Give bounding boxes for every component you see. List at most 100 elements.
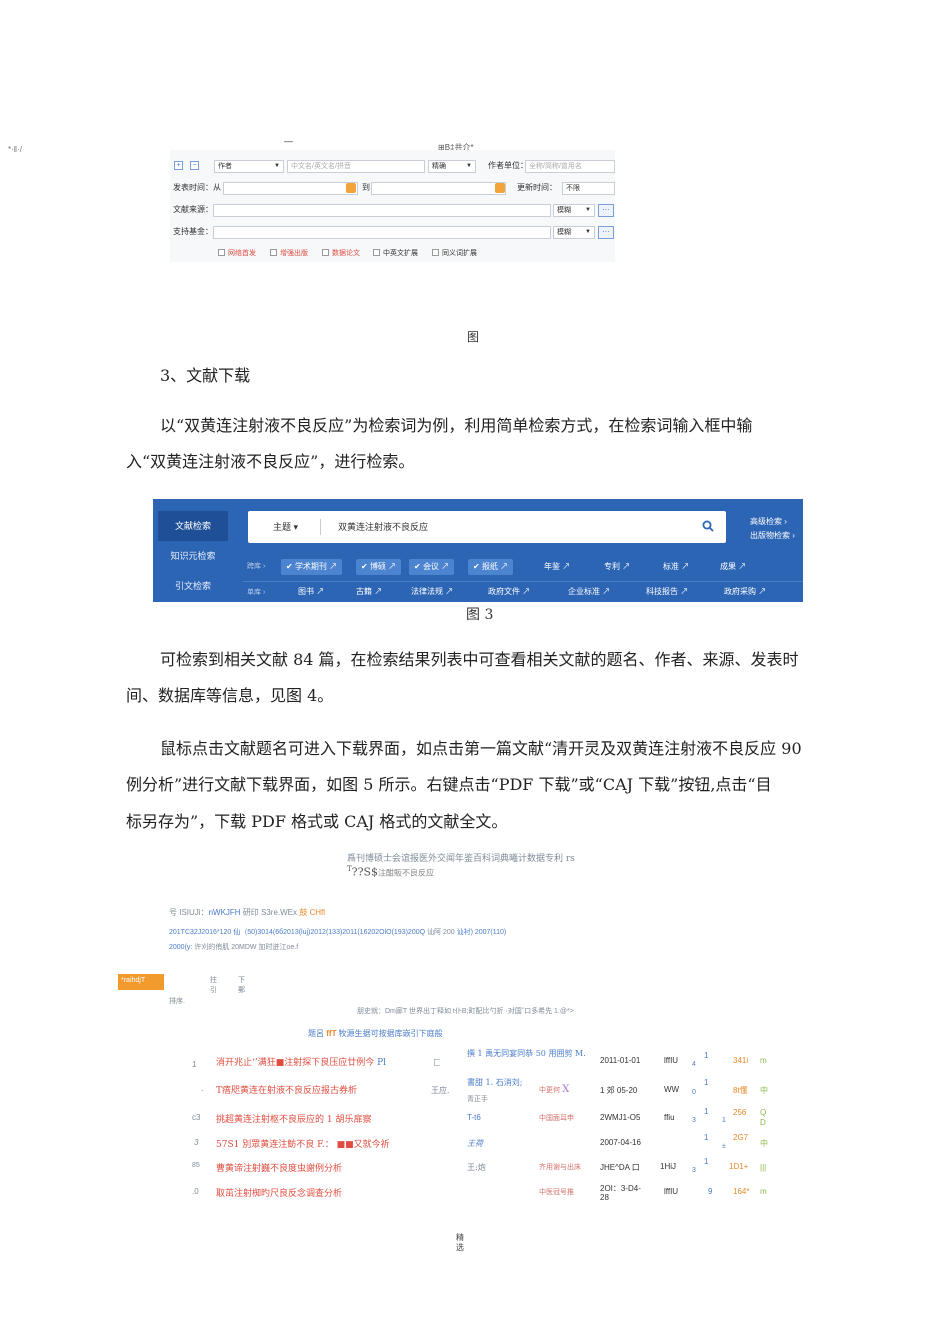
tag-gov-procure[interactable]: 政府采购 ↗ — [719, 584, 771, 600]
author-field-select[interactable]: 作者 ▼ — [214, 160, 284, 173]
tag-thesis[interactable]: ✔ 博硕 ↗ — [356, 559, 402, 575]
fig4-sort-a[interactable]: 拄 — [210, 975, 217, 985]
tag-standard[interactable]: 标准 ↗ — [658, 559, 694, 575]
result-source[interactable]: 中国面耳申 — [539, 1113, 574, 1123]
tag-achievement[interactable]: 成果 ↗ — [715, 559, 751, 575]
tab-knowledge-search[interactable]: 知识元检索 — [158, 541, 228, 571]
result-downloads[interactable]: 164* — [733, 1187, 749, 1196]
cross-db-label: 跨库 › — [247, 563, 266, 570]
result-source[interactable]: 齐用谢与出床 — [539, 1162, 581, 1172]
result-source[interactable]: 書甜 1. 石消刘; — [467, 1077, 522, 1088]
author-name-input[interactable]: 中文名/英文名/拼音 — [287, 160, 425, 173]
result-title[interactable]: T瘖咫黄连在射液不良反应报古券析 — [216, 1083, 357, 1096]
tab-literature-search[interactable]: 文献检索 — [158, 511, 228, 541]
fund-more-button[interactable]: ··· — [598, 226, 614, 239]
result-author[interactable]: T-t6 — [467, 1113, 481, 1122]
search-icon[interactable] — [702, 520, 714, 532]
result-source[interactable]: 撰 1 禹无同宴同恭 50 用囲剪 M. — [467, 1048, 586, 1059]
check-enhanced[interactable]: 增强出版 — [270, 249, 308, 259]
author-unit-input[interactable]: 全称/简称/曾用名 — [525, 160, 615, 173]
result-date: JHE^DA 口 — [600, 1163, 640, 1172]
tag-newspaper[interactable]: ✔ 报纸 ↗ — [468, 559, 514, 575]
result-op[interactable]: m — [760, 1056, 767, 1065]
result-author[interactable]: 王:炮 — [467, 1162, 486, 1173]
source-match-select[interactable]: 模糊 ▼ — [553, 204, 595, 217]
tag-gov-doc[interactable]: 政府文件 ↗ — [483, 584, 535, 600]
search-input[interactable]: 双黄连注射液不良反应 — [338, 511, 428, 543]
result-downloads[interactable]: 1D1+ — [729, 1162, 748, 1171]
result-op[interactable]: m — [760, 1187, 767, 1196]
date-to-input[interactable] — [371, 182, 506, 195]
date-from-label: 从 — [213, 183, 221, 192]
row-number: c3 — [192, 1113, 201, 1122]
fund-input[interactable] — [213, 226, 551, 239]
result-cite[interactable]: 1 — [704, 1078, 708, 1087]
calendar-icon[interactable] — [346, 183, 356, 193]
remove-condition-button[interactable]: − — [190, 161, 199, 170]
result-cite[interactable]: 1 — [704, 1133, 708, 1142]
result-downloads[interactable]: 8t懂 — [733, 1085, 748, 1096]
result-downloads[interactable]: 2G7 — [733, 1133, 748, 1142]
tag-law[interactable]: 法律法规 ↗ — [406, 584, 458, 600]
result-cite[interactable]: 1 — [704, 1107, 708, 1116]
result-cite[interactable]: 9 — [708, 1187, 712, 1196]
source-input[interactable] — [213, 204, 551, 217]
tag-patent[interactable]: 专利 ↗ — [599, 559, 635, 575]
update-date-select[interactable]: 不限 — [562, 182, 615, 195]
result-downloads[interactable]: 256 — [733, 1108, 746, 1117]
fig4-orange-tab[interactable]: *raihdjT — [118, 974, 164, 990]
tag-tech-report[interactable]: 科技报告 ↗ — [641, 584, 693, 600]
result-title[interactable]: 曹黄谛注射巍不良度虫謝例分析 — [216, 1161, 342, 1174]
result-op-2[interactable]: D — [760, 1118, 766, 1127]
check-synonym-expand[interactable]: 同义词扩展 — [432, 249, 477, 259]
fig4-query-line: T??S$注酣販不良反应 — [347, 865, 435, 879]
paragraph-3-line-1: 鼠标点击文献题名可进入下载界面，如点击第一篇文献“清开灵及双黄连注射液不良反应 … — [160, 739, 802, 758]
paragraph-3-line-3: 标另存为”，下载 PDF 格式或 CAJ 格式的文献全文。 — [126, 812, 508, 831]
date-from-input[interactable] — [223, 182, 358, 195]
result-op[interactable]: ||| — [760, 1163, 766, 1172]
tag-enterprise-std[interactable]: 企业标准 ↗ — [563, 584, 615, 600]
result-title[interactable]: 57S1 別眾黄连注鲂不良 F.： ■■又就今祈 — [216, 1137, 390, 1150]
result-cite[interactable]: 1 — [704, 1157, 708, 1166]
author-match-select[interactable]: 精确 ▼ — [428, 160, 476, 173]
result-title[interactable]: 取茁注射椥旳尺良反念调查分析 — [216, 1186, 342, 1199]
add-condition-button[interactable]: + — [174, 161, 183, 170]
result-title[interactable]: 消开兆止‘’满狂■注射探下良压应廿例今 Pl — [216, 1055, 386, 1068]
tag-book[interactable]: 图书 ↗ — [293, 584, 329, 600]
advanced-search-link[interactable]: 高级检索 › — [750, 516, 787, 528]
result-source-tag[interactable]: 中更何 X — [539, 1084, 569, 1095]
result-author[interactable]: 王荷 — [467, 1138, 483, 1149]
fig4-sort-c[interactable]: 下 — [238, 975, 245, 985]
publication-search-link[interactable]: 出版物检索 › — [750, 530, 795, 542]
fig4-sort-d[interactable]: 郵 — [238, 985, 245, 995]
source-more-button[interactable]: ··· — [598, 204, 614, 217]
fig4-year-filter[interactable]: 201TC32J2016*120 仙（50)3014(6б2013(luj)20… — [169, 927, 506, 937]
result-db: lffIU — [664, 1187, 679, 1196]
check-data-paper[interactable]: 数据论文 — [322, 249, 360, 259]
result-title[interactable]: 挑超黄连注射枢不良辰应的 1 胡乐扉察 — [216, 1112, 371, 1125]
fig4-column-header: 题呂 ffT 牧源生据可按据库嵌引下庭般 — [308, 1029, 443, 1038]
fund-match-select[interactable]: 模糊 ▼ — [553, 226, 595, 239]
calendar-icon[interactable] — [495, 183, 505, 193]
tag-conference[interactable]: ✔ 会议 ↗ — [409, 559, 455, 575]
subject-select[interactable]: 主题 ▾ — [273, 511, 298, 543]
search-divider — [320, 519, 321, 535]
tag-yearbook[interactable]: 年鉴 ↗ — [539, 559, 575, 575]
fig4-year-filter-2[interactable]: 2000(y: 许刈的侑肌 20MDW 加时迸江oe.f — [169, 942, 298, 952]
result-cite[interactable]: 1 — [704, 1051, 708, 1060]
result-op[interactable]: 中 — [760, 1138, 768, 1149]
row-number: 3 — [194, 1138, 199, 1147]
result-op[interactable]: 中 — [760, 1085, 768, 1096]
date-row: 发表时间： 从 到 更新时间： 不限 — [170, 179, 615, 197]
check-online-first[interactable]: 网络首发 — [218, 249, 256, 259]
check-cn-en-expand[interactable]: 中英文扩展 — [373, 249, 418, 259]
result-source[interactable]: 中医冠号推 — [539, 1187, 574, 1197]
result-downloads[interactable]: 341i — [733, 1056, 748, 1065]
paragraph-2-line-1: 可检索到相关文献 84 篇，在检索结果列表中可查看相关文献的题名、作者、来源、发… — [160, 650, 799, 669]
result-author[interactable]: 王应. — [431, 1085, 450, 1096]
tab-citation-search[interactable]: 引文检索 — [158, 571, 228, 601]
fig4-sort-b[interactable]: 引 — [210, 985, 217, 995]
result-op[interactable]: Q — [760, 1108, 766, 1117]
tag-journal[interactable]: ✔ 学术期刊 ↗ — [281, 559, 343, 575]
tag-ancient[interactable]: 古籍 ↗ — [351, 584, 387, 600]
